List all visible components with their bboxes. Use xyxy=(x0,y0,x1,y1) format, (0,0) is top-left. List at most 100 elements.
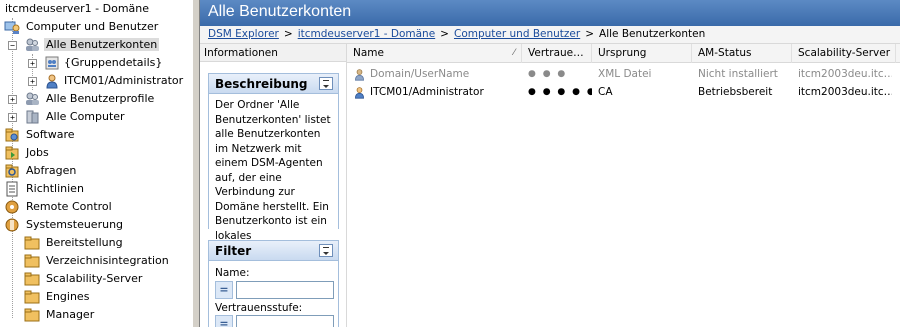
table-row[interactable]: ITCM01/Administrator ● ● ● ● ● CA Betrie… xyxy=(347,83,900,101)
content-pane: Alle Benutzerkonten DSM Explorer > itcmdeu… xyxy=(200,0,900,327)
tree-item-label: Richtlinien xyxy=(26,182,84,195)
user-icon xyxy=(46,74,58,89)
tree-item-label: Alle Computer xyxy=(46,110,125,123)
cell-name-text: ITCM01/Administrator xyxy=(370,86,484,98)
queries-icon xyxy=(5,164,19,178)
cell-server: itcm2003deu.itc… xyxy=(798,86,892,98)
tree-item-itcm01-administrator[interactable]: ITCM01/Administrator xyxy=(44,72,185,90)
cell-name: ITCM01/Administrator xyxy=(347,83,522,101)
table-row[interactable]: Domain/UserName ● ● ● XML Datei Nicht in… xyxy=(347,65,900,83)
tree-item-label: Remote Control xyxy=(26,200,112,213)
tree-root[interactable]: itcmdeuserver1 - Domäne xyxy=(3,0,151,18)
filter-box: Filter Name: = Vertrauensstufe: = xyxy=(208,240,339,327)
tree-item-label: Jobs xyxy=(26,146,49,159)
pane-splitter[interactable] xyxy=(192,0,200,327)
tree-item-scalability-server[interactable]: Scalability-Server xyxy=(24,270,144,288)
filter-trust-label: Vertrauensstufe: xyxy=(215,301,303,314)
operator-equals-button[interactable]: = xyxy=(215,280,233,299)
cell-origin: CA xyxy=(598,86,613,98)
operator-equals-button[interactable]: = xyxy=(215,315,233,327)
title-bar: Alle Benutzerkonten xyxy=(200,0,900,26)
group-icon xyxy=(45,56,59,70)
cell-name-text: Domain/UserName xyxy=(370,68,470,80)
users-icon xyxy=(26,38,39,51)
navigation-tree: itcmdeuserver1 - Domäne Computer und Ben… xyxy=(0,0,192,327)
tree-item-bereitstellung[interactable]: Bereitstellung xyxy=(24,234,125,252)
filter-trust-input[interactable] xyxy=(236,315,334,327)
filter-name-label: Name: xyxy=(215,267,250,279)
filter-title: Filter xyxy=(215,244,252,258)
tree-item-alle-benutzerkonten[interactable]: Alle Benutzerkonten xyxy=(24,36,160,54)
tree-item-label: Bereitstellung xyxy=(46,236,123,249)
tree-item-label: Alle Benutzerkonten xyxy=(44,38,160,51)
column-header-am-status[interactable]: AM-Status xyxy=(692,44,792,63)
description-title: Beschreibung xyxy=(215,77,308,91)
folder-icon xyxy=(24,290,40,304)
expand-toggle[interactable]: + xyxy=(28,59,37,68)
page-title: Alle Benutzerkonten xyxy=(208,3,352,20)
tree-item-label: Alle Benutzerprofile xyxy=(46,92,155,105)
user-icon xyxy=(355,68,364,81)
tree-item-verzeichnisintegration[interactable]: Verzeichnisintegration xyxy=(24,252,171,270)
folder-icon xyxy=(24,236,40,250)
cell-name: Domain/UserName xyxy=(347,65,522,83)
filter-name-input[interactable] xyxy=(236,280,334,299)
breadcrumb-separator: > xyxy=(585,28,595,40)
column-header-label: Scalability-Server xyxy=(798,47,891,59)
column-header-label: Name xyxy=(353,47,384,59)
cell-trust: ● ● ● ● ● xyxy=(528,87,592,97)
tree-item-abfragen[interactable]: Abfragen xyxy=(4,162,78,180)
tree-item-alle-computer[interactable]: Alle Computer xyxy=(24,108,127,126)
collapse-toggle[interactable]: − xyxy=(8,41,17,50)
tree-root-label: itcmdeuserver1 - Domäne xyxy=(5,2,150,15)
breadcrumb-link-computer-und-benutzer[interactable]: Computer und Benutzer xyxy=(454,28,580,40)
tree-item-jobs[interactable]: Jobs xyxy=(4,144,51,162)
column-header-scalability-server[interactable]: Scalability-Server xyxy=(792,44,896,63)
software-icon xyxy=(5,128,19,142)
cell-trust: ● ● ● xyxy=(528,69,568,79)
tree-item-label: ITCM01/Administrator xyxy=(64,74,184,87)
tree-item-label: Verzeichnisintegration xyxy=(46,254,169,267)
collapse-filter-button[interactable] xyxy=(319,244,333,257)
jobs-icon xyxy=(5,146,19,160)
collapse-description-button[interactable] xyxy=(319,77,333,90)
breadcrumb-separator: > xyxy=(283,28,293,40)
breadcrumb-separator: > xyxy=(440,28,449,40)
column-header-trust[interactable]: Vertraue… xyxy=(522,44,592,63)
tree-item-label: Engines xyxy=(46,290,90,303)
computer-users-icon xyxy=(4,21,20,34)
folder-icon xyxy=(24,272,40,286)
breadcrumb-current: Alle Benutzerkonten xyxy=(599,28,706,40)
column-header-name[interactable]: Name ⁄ xyxy=(347,44,522,63)
tree-item-alle-benutzerprofile[interactable]: Alle Benutzerprofile xyxy=(24,90,156,108)
column-header-label: Ursprung xyxy=(598,47,647,59)
tree-item-manager[interactable]: Manager xyxy=(24,306,96,324)
sort-indicator-icon: ⁄ xyxy=(513,48,515,58)
cell-am-status: Nicht installiert xyxy=(698,68,778,80)
cell-origin: XML Datei xyxy=(598,68,652,80)
expand-toggle[interactable]: + xyxy=(8,95,17,104)
policies-icon xyxy=(6,181,18,197)
tree-item-systemsteuerung[interactable]: Systemsteuerung xyxy=(4,216,125,234)
expand-toggle[interactable]: + xyxy=(8,113,17,122)
tree-item-richtlinien[interactable]: Richtlinien xyxy=(4,180,86,198)
tree-item-label: Manager xyxy=(46,308,95,321)
tree-item-gruppendetails[interactable]: {Gruppendetails} xyxy=(44,54,164,72)
filter-box-header: Filter xyxy=(209,241,338,261)
tree-item-label: Systemsteuerung xyxy=(26,218,124,231)
tree-item-computer-und-benutzer[interactable]: Computer und Benutzer xyxy=(4,18,160,36)
filter-trust-row: = xyxy=(215,315,334,327)
breadcrumb-link-dsm-explorer[interactable]: DSM Explorer xyxy=(208,28,279,40)
profiles-icon xyxy=(26,92,39,105)
breadcrumb-link-domain[interactable]: itcmdeuserver1 - Domäne xyxy=(298,28,435,40)
expand-toggle[interactable]: + xyxy=(28,77,37,86)
computers-icon xyxy=(26,110,39,124)
filter-body: Name: = Vertrauensstufe: = xyxy=(209,261,338,327)
folder-icon xyxy=(24,254,40,268)
column-header-origin[interactable]: Ursprung xyxy=(592,44,692,63)
tree-item-remote-control[interactable]: Remote Control xyxy=(4,198,114,216)
tree-item-software[interactable]: Software xyxy=(4,126,77,144)
tree-item-engines[interactable]: Engines xyxy=(24,288,91,306)
description-box: Beschreibung Der Ordner 'Alle Benutzerko… xyxy=(208,73,339,276)
table-header: Name ⁄ Vertraue… Ursprung AM-Status Scal… xyxy=(347,44,900,63)
